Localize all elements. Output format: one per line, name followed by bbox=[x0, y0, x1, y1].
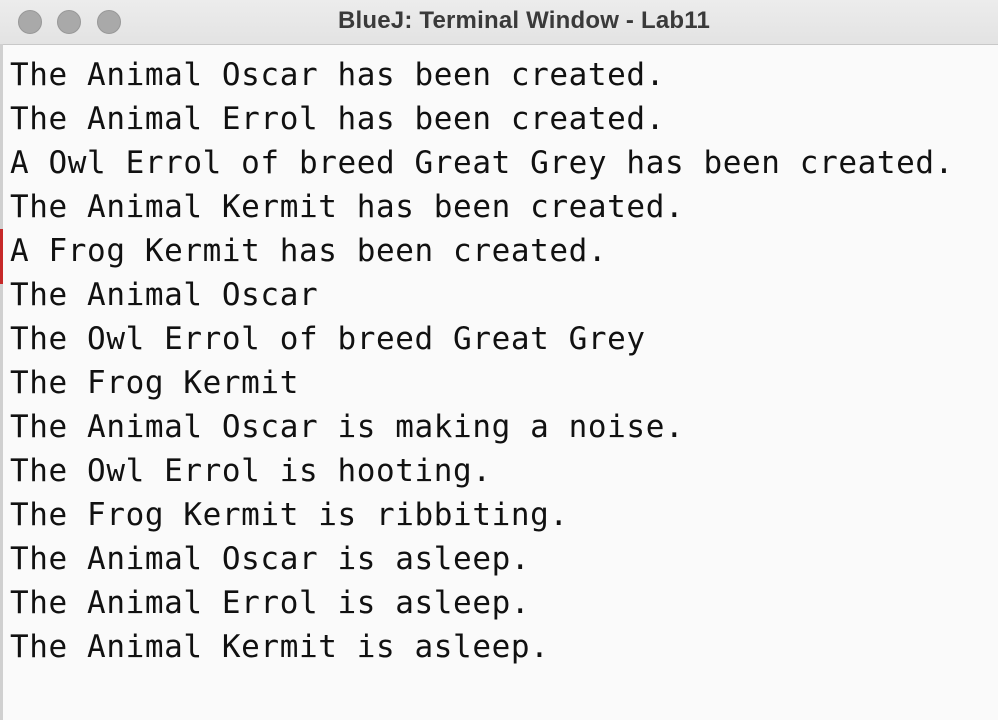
background-window-edge-marker bbox=[0, 229, 3, 284]
left-window-edge bbox=[0, 44, 3, 720]
terminal-line: A Frog Kermit has been created. bbox=[10, 233, 608, 269]
window-title: BlueJ: Terminal Window - Lab11 bbox=[337, 7, 711, 34]
terminal-line: The Animal Oscar has been created. bbox=[10, 57, 665, 93]
terminal-line: The Animal Oscar bbox=[10, 277, 319, 313]
terminal-output[interactable]: The Animal Oscar has been created. The A… bbox=[10, 53, 990, 713]
terminal-line: The Animal Oscar is asleep. bbox=[10, 541, 531, 577]
terminal-line: The Animal Oscar is making a noise. bbox=[10, 409, 685, 445]
terminal-line: The Owl Errol of breed Great Grey bbox=[10, 321, 646, 357]
terminal-line: The Animal Errol has been created. bbox=[10, 101, 665, 137]
terminal-window: BlueJ: Terminal Window - Lab11 The Anima… bbox=[0, 0, 998, 720]
terminal-line: The Owl Errol is hooting. bbox=[10, 453, 492, 489]
terminal-line: The Animal Kermit has been created. bbox=[10, 189, 685, 225]
terminal-line: The Animal Errol is asleep. bbox=[10, 585, 531, 621]
terminal-line: The Frog Kermit is ribbiting. bbox=[10, 497, 569, 533]
title-bar[interactable]: BlueJ: Terminal Window - Lab11 bbox=[0, 0, 998, 45]
terminal-line: The Animal Kermit is asleep. bbox=[10, 629, 550, 665]
terminal-line: The Frog Kermit bbox=[10, 365, 299, 401]
terminal-line: A Owl Errol of breed Great Grey has been… bbox=[10, 145, 954, 181]
